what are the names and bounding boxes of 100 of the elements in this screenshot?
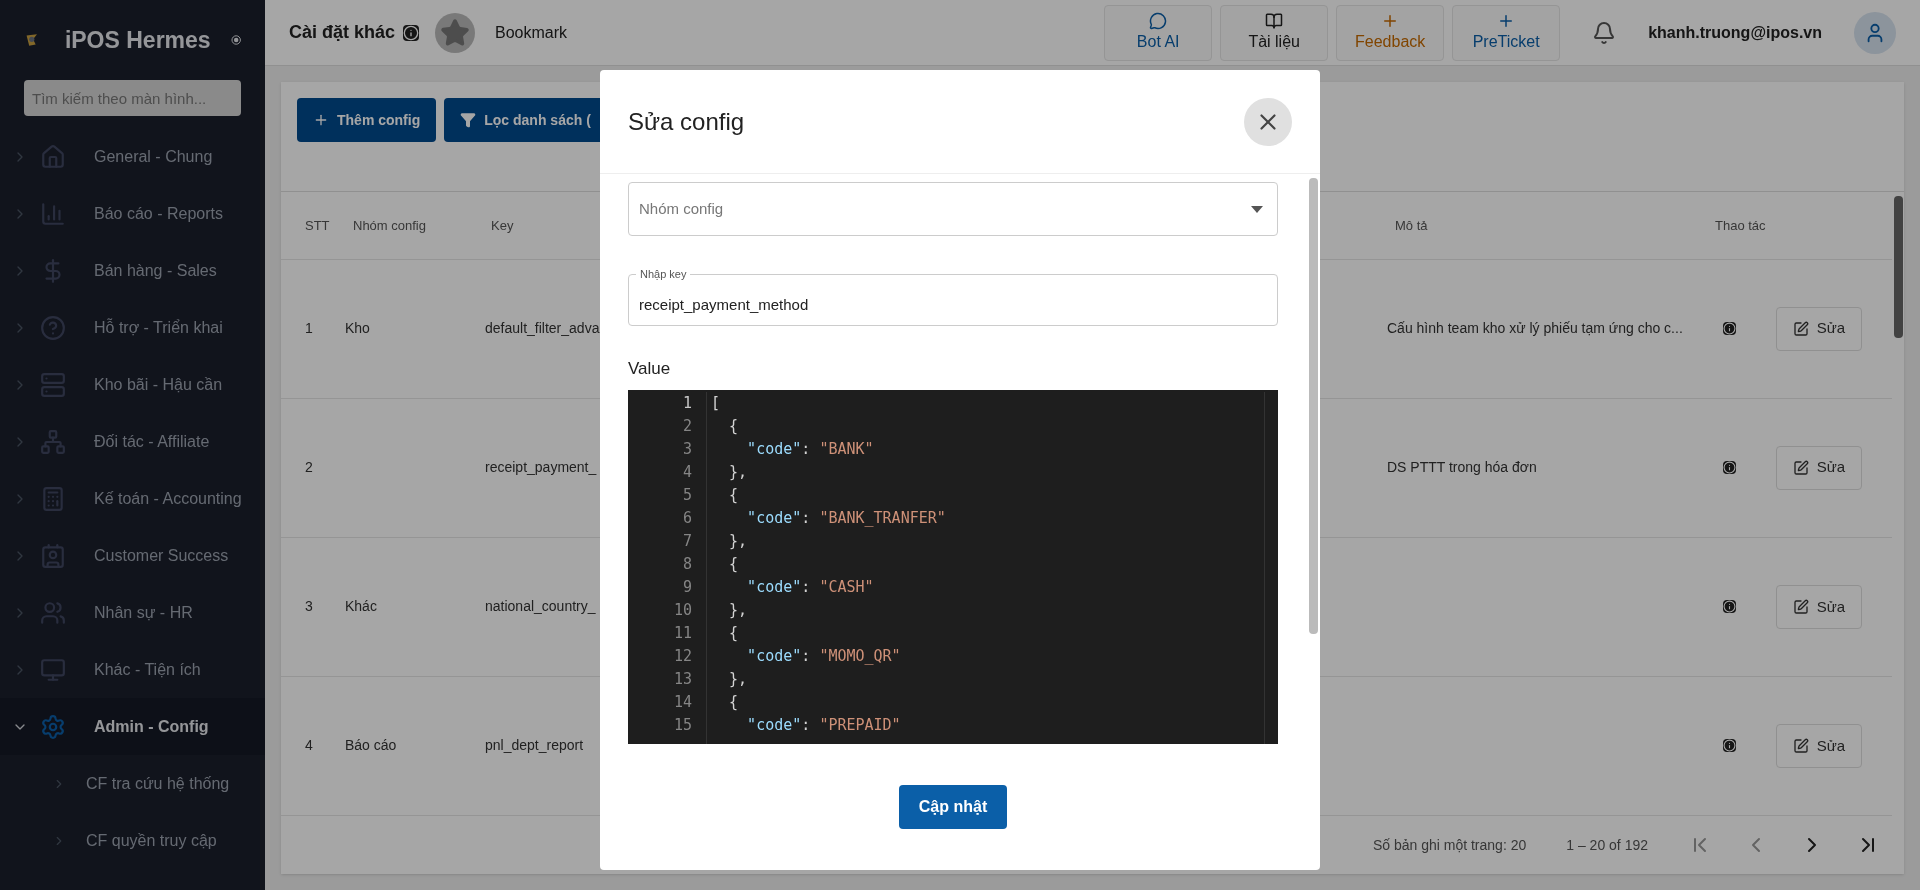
avatar-icon[interactable]	[1854, 11, 1896, 54]
line-number: 7	[682, 530, 692, 552]
info-icon[interactable]	[1723, 739, 1736, 753]
header-button[interactable]: Bot AI	[1104, 4, 1213, 61]
table-cell-text: 3	[304, 597, 314, 617]
sidebar-item[interactable]: Admin - Config	[0, 698, 265, 755]
code-line: "code": "PREPAID"	[746, 714, 902, 736]
sidebar-item[interactable]: Đối tác - Affiliate	[0, 413, 265, 470]
line-number: 3	[682, 438, 692, 460]
user-email: khanh.truong@ipos.vn	[1648, 22, 1822, 43]
page-title: Cài đặt khác	[289, 21, 396, 44]
info-icon[interactable]	[1723, 461, 1736, 475]
scrollbar-thumb[interactable]	[1893, 196, 1903, 338]
line-number: 4	[682, 461, 692, 483]
code-line: [	[711, 392, 722, 414]
table-cell-text: Khác	[345, 597, 378, 617]
code-line: },	[728, 461, 749, 483]
edit-icon	[1792, 459, 1809, 476]
table-cell-text: Kho	[345, 319, 371, 339]
table-cell: default_filter_adva	[485, 320, 600, 337]
table-cell-text: DS PTTT trong hóa đơn	[1387, 458, 1538, 478]
storage-icon	[40, 371, 66, 398]
code-line: "code": "MOMO_QR"	[746, 645, 902, 667]
edit-icon	[1792, 320, 1809, 337]
search-field[interactable]: Tìm kiếm theo màn hình...	[24, 80, 241, 116]
edit-button[interactable]: Sửa	[1776, 723, 1862, 768]
update-button[interactable]: Cập nhật	[898, 784, 1008, 829]
sidebar-item[interactable]: General - Chung	[0, 128, 265, 185]
radio-icon[interactable]	[230, 32, 241, 48]
line-number: 8	[682, 553, 692, 575]
help-icon	[40, 314, 66, 341]
group-select[interactable]: Nhóm config	[628, 182, 1278, 236]
code-line: },	[728, 668, 749, 690]
sidebar-item[interactable]: Báo cáo - Reports	[0, 185, 265, 242]
header-button[interactable]: PreTicket	[1452, 4, 1561, 61]
code-line: {	[728, 691, 740, 713]
sidebar-item[interactable]: Kho bãi - Hậu cần	[0, 356, 265, 413]
sidebar-item[interactable]: Bán hàng - Sales	[0, 242, 265, 299]
line-number: 1	[682, 392, 692, 414]
code-line: {	[728, 553, 740, 575]
sidebar-item[interactable]: Kế toán - Accounting	[0, 470, 265, 527]
table-cell: pnl_dept_report	[485, 737, 584, 754]
edit-button[interactable]: Sửa	[1776, 584, 1862, 629]
line-number: 10	[673, 599, 692, 621]
line-number: 11	[673, 622, 692, 644]
code-line: },	[728, 599, 749, 621]
network-icon	[40, 428, 66, 455]
code-line: "code": "CASH"	[746, 576, 875, 598]
edit-button[interactable]: Sửa	[1776, 306, 1862, 351]
settings-icon	[40, 713, 66, 740]
code-line: "code": "BANK"	[746, 438, 875, 460]
header-button[interactable]: Tài liệu	[1220, 4, 1329, 61]
line-number: 12	[673, 645, 692, 667]
bookmark-label: Bookmark	[495, 22, 568, 43]
info-icon[interactable]	[1723, 600, 1736, 614]
value-label: Value	[628, 358, 672, 380]
info-icon[interactable]	[403, 24, 420, 41]
book-icon	[1265, 11, 1284, 30]
plus-icon	[313, 112, 329, 128]
edit-button[interactable]: Sửa	[1776, 445, 1862, 490]
info-icon[interactable]	[1723, 322, 1736, 336]
page-range: 1 – 20 of 192	[1566, 835, 1648, 855]
line-number: 6	[682, 507, 692, 529]
header-button[interactable]: Feedback	[1336, 4, 1445, 61]
line-number: 2	[682, 415, 692, 437]
app-title: iPOS Hermes	[64, 25, 211, 55]
edit-icon	[1792, 737, 1809, 754]
column-header: Mô tả	[1395, 216, 1429, 235]
sidebar-item[interactable]: Customer Success	[0, 527, 265, 584]
dialog-title: Sửa config	[628, 106, 745, 137]
sidebar-item[interactable]: Nhân sự - HR	[0, 584, 265, 641]
line-number: 15	[673, 714, 692, 736]
column-header: Thao tác	[1715, 216, 1766, 235]
table-cell-text: Cấu hình team kho xử lý phiếu tạm ứng cho c...	[1387, 319, 1684, 339]
table-cell-text: 1	[304, 319, 314, 339]
sidebar-item[interactable]: Hỗ trợ - Triển khai	[0, 299, 265, 356]
add-button[interactable]: Thêm config	[297, 98, 437, 142]
code-line: "code": "BANK_TRANFER"	[746, 507, 947, 529]
table-cell-text: Báo cáo	[345, 736, 398, 756]
dropdown-caret-icon	[1251, 205, 1263, 213]
bell-icon[interactable]	[1592, 20, 1617, 45]
code-editor[interactable]: 1 2 3 4 5 6 7 8 9 10 11 12 13 14 15 [ { "code": "BANK" }, { "code": "BANK_TRANFER" }, { "code": "CASH" }, { "code": "MOMO_QR" }, { "code": "PREPAID"	[628, 389, 1278, 744]
code-line: {	[728, 415, 740, 437]
sidebar-subitem[interactable]: CF quyền truy cập	[0, 812, 265, 869]
calculator-icon	[40, 485, 66, 512]
line-number: 13	[673, 668, 692, 690]
column-header: Key	[490, 216, 515, 235]
line-number: 9	[682, 576, 692, 598]
close-button[interactable]	[1244, 97, 1292, 146]
sidebar-subitem[interactable]: CF tra cứu hệ thống	[0, 755, 265, 812]
code-line: },	[728, 530, 749, 552]
edit-icon	[1792, 598, 1809, 615]
monitor-icon	[40, 656, 66, 683]
scrollbar-thumb[interactable]	[1308, 178, 1318, 634]
filter-icon	[460, 112, 477, 128]
column-header: Nhóm config	[352, 216, 427, 235]
table-cell: receipt_payment_	[485, 459, 597, 476]
code-line: {	[728, 622, 740, 644]
sidebar-item[interactable]: Khác - Tiện ích	[0, 641, 265, 698]
page-size-label: Số bản ghi một trang: 20	[1372, 835, 1527, 855]
